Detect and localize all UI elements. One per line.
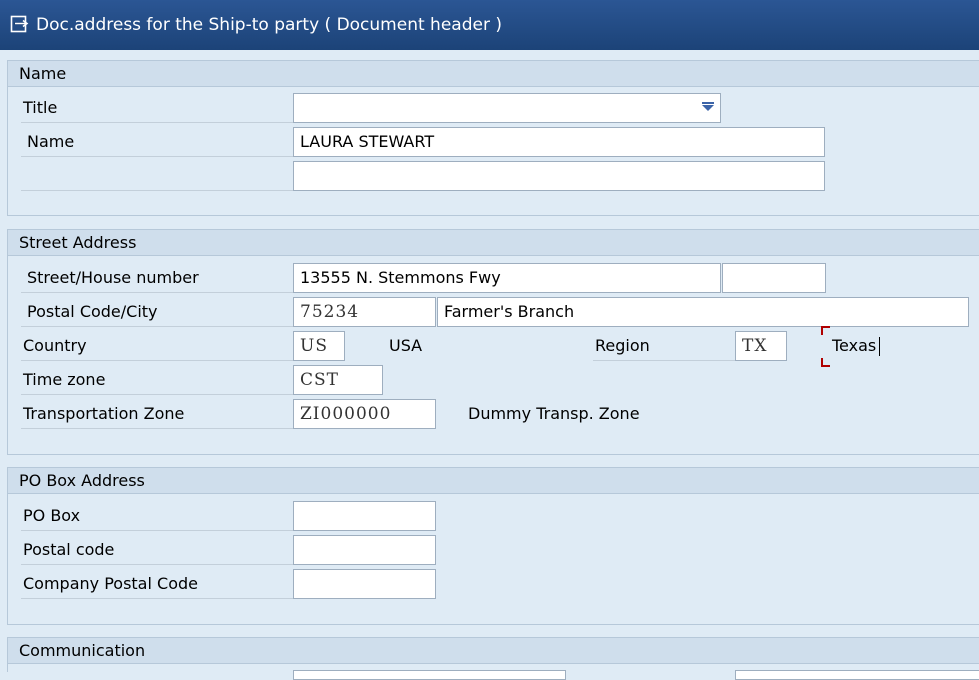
transport-zone-label: Transportation Zone <box>21 401 294 429</box>
company-postal-code-label: Company Postal Code <box>21 571 294 599</box>
transport-zone-text: Dummy Transp. Zone <box>468 404 640 423</box>
chevron-down-icon[interactable] <box>702 102 714 111</box>
city-field[interactable]: Farmer's Branch <box>437 297 969 327</box>
text-cursor <box>879 337 880 356</box>
region-label: Region <box>593 333 736 361</box>
name-label: Name <box>21 129 294 157</box>
pobox-postal-code-field[interactable] <box>293 535 436 565</box>
street-label: Street/House number <box>21 265 294 293</box>
country-field[interactable]: US <box>293 331 345 361</box>
pobox-field[interactable] <box>293 501 436 531</box>
country-label: Country <box>21 333 294 361</box>
communication-group-header: Communication <box>8 638 979 664</box>
po-box-group: PO Box Address PO Box Postal code Compan… <box>7 467 979 625</box>
street-group-heading: Street Address <box>19 233 137 252</box>
title-bar: Doc.address for the Ship-to party ( Docu… <box>0 0 979 50</box>
focus-corner-bl <box>821 358 830 367</box>
street-address-group: Street Address Street/House number 13555… <box>7 229 979 455</box>
timezone-label: Time zone <box>21 367 294 395</box>
name-field[interactable]: LAURA STEWART <box>293 127 825 157</box>
focus-corner-tl <box>821 326 830 335</box>
postal-city-label: Postal Code/City <box>21 299 294 327</box>
name2-label <box>21 163 294 191</box>
house-number-field[interactable] <box>722 263 826 293</box>
street-field[interactable]: 13555 N. Stemmons Fwy <box>293 263 721 293</box>
pobox-postal-code-label: Postal code <box>21 537 294 565</box>
window-menu-icon[interactable] <box>10 15 29 34</box>
communication-group: Communication <box>7 637 979 680</box>
title-select[interactable] <box>293 93 721 123</box>
title-label: Title <box>21 95 294 123</box>
pobox-group-header: PO Box Address <box>8 468 979 494</box>
name-group: Name Title Name LAURA STEWART <box>7 60 979 216</box>
country-name-text: USA <box>389 336 423 355</box>
name-group-heading: Name <box>19 64 67 83</box>
transport-zone-field[interactable]: ZI000000 <box>293 399 436 429</box>
window-title: Doc.address for the Ship-to party ( Docu… <box>36 15 502 35</box>
name2-field[interactable] <box>293 161 825 191</box>
region-name-text[interactable]: Texas <box>832 333 876 359</box>
company-postal-code-field[interactable] <box>293 569 436 599</box>
communication-group-heading: Communication <box>19 641 146 660</box>
pobox-label: PO Box <box>21 503 294 531</box>
pobox-group-heading: PO Box Address <box>19 471 145 490</box>
postal-code-field[interactable]: 75234 <box>293 297 436 327</box>
name-group-header: Name <box>8 61 979 87</box>
timezone-field[interactable]: CST <box>293 365 383 395</box>
region-field[interactable]: TX <box>735 331 787 361</box>
street-group-header: Street Address <box>8 230 979 256</box>
